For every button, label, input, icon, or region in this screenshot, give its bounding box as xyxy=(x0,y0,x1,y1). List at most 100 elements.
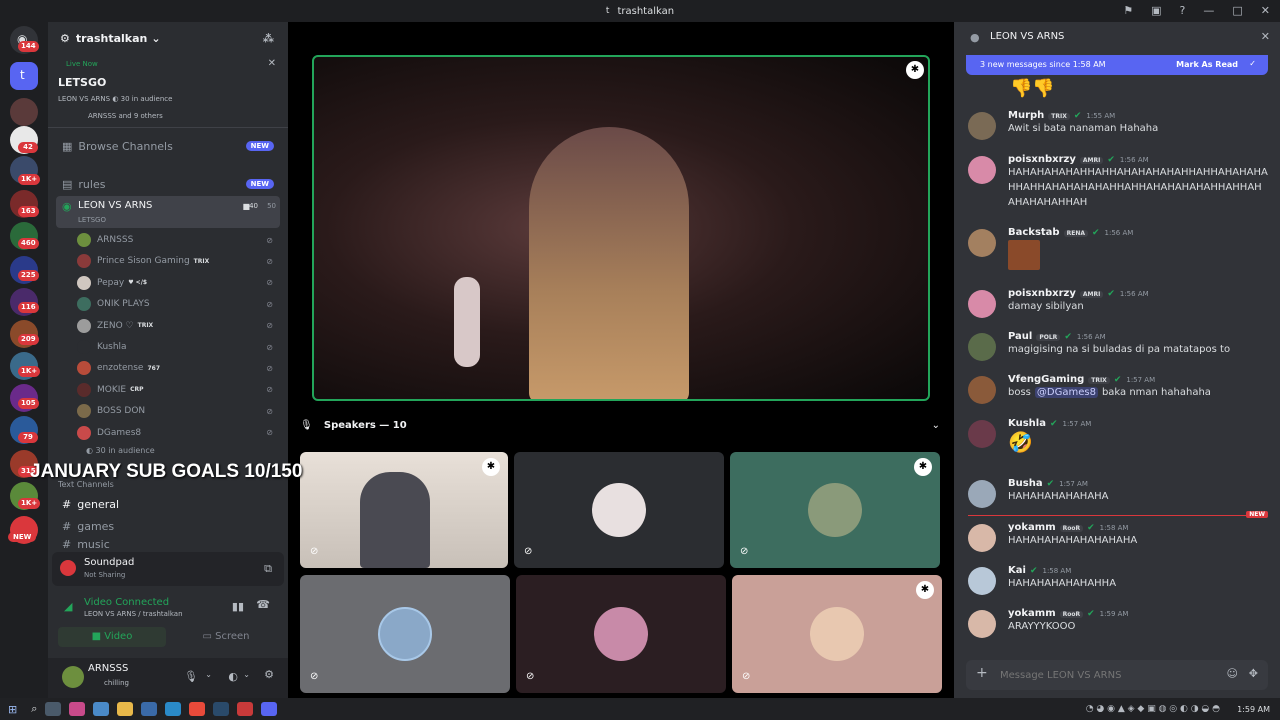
avatar[interactable] xyxy=(968,567,996,595)
noise-icon[interactable]: ▮▮ xyxy=(232,600,244,613)
voice-user-row[interactable]: Prince Sison Gaming TRIX ⊘ xyxy=(77,251,277,271)
author-name[interactable]: Kushla xyxy=(1008,418,1046,429)
speakers-header[interactable]: 🎙 Speakers — 10 ⌄ xyxy=(300,420,948,436)
avatar[interactable] xyxy=(968,290,996,318)
chevron-down-icon[interactable]: ⌄ xyxy=(243,670,250,679)
browse-channels[interactable]: ▦ Browse Channels NEW xyxy=(56,136,280,156)
voice-user-row[interactable]: ARNSSS ⊘ xyxy=(77,230,277,250)
voice-user-row[interactable]: ZENO ♡ TRIX ⊘ xyxy=(77,316,277,336)
close-icon[interactable]: ✕ xyxy=(268,58,276,69)
speaker-tile[interactable]: ✱ ⊘ xyxy=(730,452,940,568)
author-name[interactable]: VfengGaming xyxy=(1008,374,1084,385)
chat-message[interactable]: Paul POLR ✔ 1:56 AM magigising na si buladas… xyxy=(968,331,1268,361)
server-icon[interactable] xyxy=(10,98,38,126)
guild-header[interactable]: ⚙ trashtalkan ⌄ ⁂ xyxy=(48,22,288,54)
author-name[interactable]: yokamm xyxy=(1008,522,1056,533)
channel-games[interactable]: # games xyxy=(56,516,280,536)
live-now-card[interactable]: Live Now ✕ LETSGO LEON VS ARNS ◐ 30 in a… xyxy=(56,56,282,148)
avatar[interactable] xyxy=(968,229,996,257)
help-icon[interactable]: ? xyxy=(1180,4,1186,17)
chat-message[interactable]: Murph TRIX ✔ 1:55 AM Awit si bata nanaman Ha… xyxy=(968,110,1268,140)
author-name[interactable]: Backstab xyxy=(1008,227,1060,238)
taskbar-app-icon[interactable] xyxy=(237,702,254,716)
chat-message[interactable]: Backstab RENA ✔ 1:56 AM xyxy=(968,227,1268,270)
disconnect-icon[interactable]: ☎ xyxy=(256,598,270,611)
taskbar-app-icon[interactable] xyxy=(189,702,206,716)
author-name[interactable]: Murph xyxy=(1008,110,1044,121)
invite-icon[interactable]: ⁂ xyxy=(263,32,274,45)
focused-video-tile[interactable]: ✱ xyxy=(312,55,930,401)
taskbar-app-icon[interactable] xyxy=(93,702,110,716)
pin-icon[interactable]: ✱ xyxy=(914,458,932,476)
avatar[interactable] xyxy=(968,524,996,552)
chat-message[interactable]: yokamm RooR ✔ 1:58 AM HAHAHAHAHAHAHAHAHA xyxy=(968,522,1268,552)
chat-message[interactable]: VfengGaming TRIX ✔ 1:57 AM boss @DGames8 baka … xyxy=(968,374,1268,404)
avatar[interactable] xyxy=(968,376,996,404)
search-icon[interactable]: ⌕ xyxy=(31,702,37,716)
message-input[interactable] xyxy=(1000,666,1210,684)
close-window-button[interactable]: ✕ xyxy=(1261,4,1270,17)
avatar[interactable] xyxy=(968,156,996,184)
mark-read-button[interactable]: Mark As Read xyxy=(1176,60,1238,69)
voice-user-row[interactable]: DGames8 ⊘ xyxy=(77,423,277,443)
author-name[interactable]: poisxnbxrzy xyxy=(1008,154,1076,165)
chat-message[interactable]: yokamm RooR ✔ 1:59 AM ARAYYYKOOO xyxy=(968,608,1268,638)
avatar[interactable] xyxy=(968,420,996,448)
chat-message[interactable]: poisxnbxrzy AMRI ✔ 1:56 AM damay sibilyan xyxy=(968,288,1268,318)
taskbar-app-icon[interactable] xyxy=(69,702,86,716)
pin-icon[interactable]: ✱ xyxy=(916,581,934,599)
speaker-tile-arnsss[interactable]: ✱ ⊘ xyxy=(300,452,508,568)
pin-icon[interactable]: ✱ xyxy=(906,61,924,79)
author-name[interactable]: Kai xyxy=(1008,565,1026,576)
chat-message[interactable]: Kai ✔ 1:58 AM HAHAHAHAHAHAHHA xyxy=(968,565,1268,595)
taskbar-app-icon[interactable] xyxy=(141,702,158,716)
system-tray[interactable]: ◔ ◕ ◉ ▲ ◈ ◆ ▣ ◍ ◎ ◐ ◑ ◒ ◓ xyxy=(1086,704,1220,714)
avatar[interactable] xyxy=(968,333,996,361)
apps-icon[interactable]: ✥ xyxy=(1249,667,1258,680)
taskbar-app-icon[interactable] xyxy=(165,702,182,716)
start-icon[interactable]: ⊞ xyxy=(8,703,17,716)
taskbar-app-icon[interactable] xyxy=(213,702,230,716)
screen-icon[interactable]: ▣ xyxy=(1151,4,1161,17)
voice-user-row[interactable]: ONIK PLAYS ⊘ xyxy=(77,294,277,314)
new-messages-banner[interactable]: 3 new messages since 1:58 AM Mark As Rea… xyxy=(966,55,1268,75)
speaker-tile[interactable]: ✱ ⊘ xyxy=(732,575,942,693)
channel-music[interactable]: # music xyxy=(56,538,280,550)
voice-user-row[interactable]: BOSS DON ⊘ xyxy=(77,401,277,421)
author-name[interactable]: Busha xyxy=(1008,478,1043,489)
author-name[interactable]: yokamm xyxy=(1008,608,1056,619)
chat-message[interactable]: poisxnbxrzy AMRI ✔ 1:56 AM HAHAHAHAHAHHAHHAH… xyxy=(968,154,1268,210)
speaker-tile[interactable]: ⊘ xyxy=(300,575,510,693)
server-trashtalkan[interactable]: t xyxy=(10,62,38,90)
chevron-down-icon[interactable]: ⌄ xyxy=(205,670,212,679)
headphones-icon[interactable]: ◐ xyxy=(228,670,238,683)
gear-icon[interactable]: ⚙ xyxy=(264,668,274,681)
author-name[interactable]: poisxnbxrzy xyxy=(1008,288,1076,299)
voice-user-row[interactable]: Pepay ♥ </$ ⊘ xyxy=(77,273,277,293)
voice-user-row[interactable]: enzotense 767 ⊘ xyxy=(77,358,277,378)
emoji-icon[interactable]: ☺ xyxy=(1227,667,1238,680)
voice-channel-leon-vs-arns[interactable]: ◉ LEON VS ARNS LETSGO ■ 40 50 xyxy=(56,196,280,228)
chat-message[interactable]: Busha ✔ 1:57 AM HAHAHAHAHAHAHA xyxy=(968,478,1268,508)
taskbar-app-icon[interactable] xyxy=(117,702,134,716)
sticker-image[interactable] xyxy=(1008,240,1040,270)
inbox-icon[interactable]: ⚑ xyxy=(1123,4,1133,17)
avatar[interactable] xyxy=(62,666,84,688)
microphone-icon[interactable]: 🎙 xyxy=(184,670,198,683)
channel-general[interactable]: # general xyxy=(56,494,280,514)
taskbar-app-icon[interactable] xyxy=(45,702,62,716)
speaker-tile[interactable]: ⊘ xyxy=(514,452,724,568)
pin-icon[interactable]: ✱ xyxy=(482,458,500,476)
mention[interactable]: @DGames8 xyxy=(1034,387,1098,398)
close-icon[interactable]: ✕ xyxy=(1261,30,1270,43)
avatar[interactable] xyxy=(968,610,996,638)
chat-message[interactable]: Kushla ✔ 1:57 AM 🤣 xyxy=(968,418,1268,455)
voice-user-row[interactable]: Kushla ⊘ xyxy=(77,337,277,357)
video-button[interactable]: ■ Video xyxy=(58,627,166,647)
author-name[interactable]: Paul xyxy=(1008,331,1032,342)
share-icon[interactable]: ⧉ xyxy=(264,562,272,576)
voice-user-row[interactable]: MOKIE CRP ⊘ xyxy=(77,380,277,400)
avatar[interactable] xyxy=(968,112,996,140)
minimize-button[interactable]: — xyxy=(1203,4,1214,17)
audience-row[interactable]: ◐ 30 in audience xyxy=(86,446,155,455)
